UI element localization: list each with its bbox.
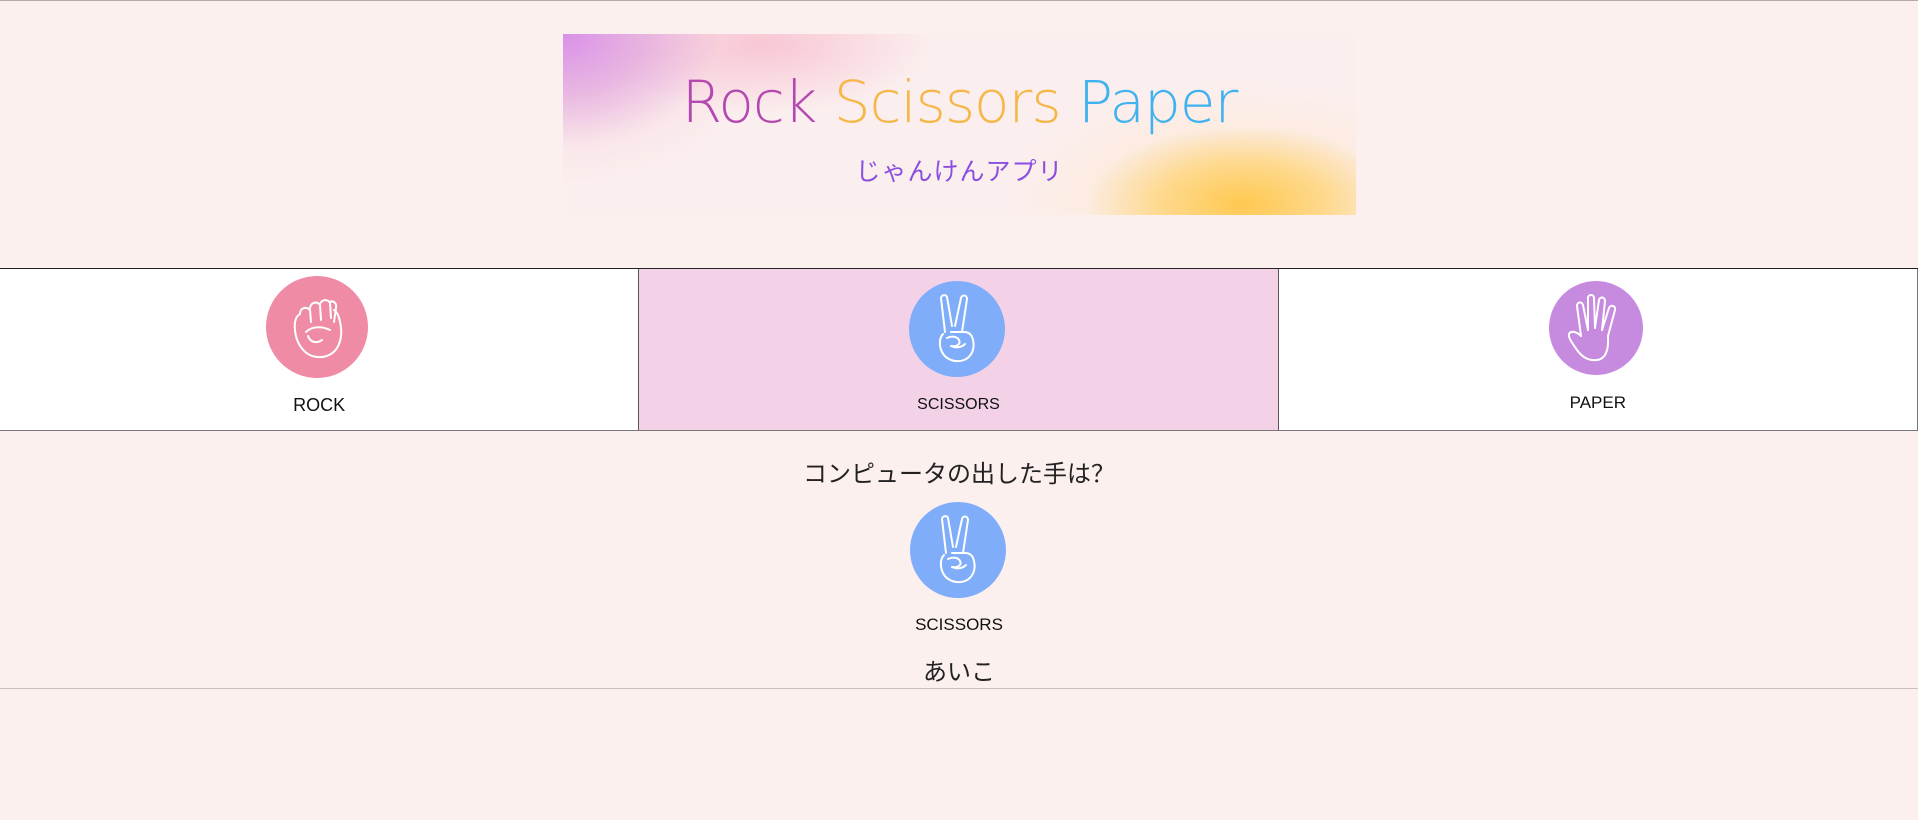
hand-choice-row: ROCK SCISSORS PAPER [0, 268, 1918, 431]
title-word-paper: Paper [1078, 68, 1238, 136]
computer-hand-question: コンピュータの出した手は？ [803, 460, 1115, 488]
choice-paper-button[interactable]: PAPER [1277, 269, 1918, 430]
title-word-rock: Rock [681, 68, 818, 136]
scissors-peace-icon [909, 281, 1006, 377]
app-title: Rock Scissors Paper [563, 68, 1356, 136]
computer-scissors-icon [910, 502, 1006, 598]
bottom-divider [0, 688, 1918, 689]
choice-rock-button[interactable]: ROCK [0, 269, 639, 430]
game-result-text: あいこ [923, 658, 995, 686]
paper-hand-icon [1548, 281, 1643, 375]
choice-scissors-button[interactable]: SCISSORS [638, 269, 1278, 430]
title-banner: Rock Scissors Paper じゃんけんアプリ [563, 34, 1356, 215]
app-subtitle: じゃんけんアプリ [855, 157, 1064, 186]
choice-paper-label: PAPER [1569, 393, 1626, 412]
title-word-scissors: Scissors [833, 68, 1062, 136]
rock-fist-icon [266, 276, 368, 378]
computer-hand-label: SCISSORS [915, 615, 1003, 634]
top-divider [0, 0, 1918, 1]
choice-rock-label: ROCK [293, 395, 346, 415]
choice-scissors-label: SCISSORS [917, 396, 1000, 413]
